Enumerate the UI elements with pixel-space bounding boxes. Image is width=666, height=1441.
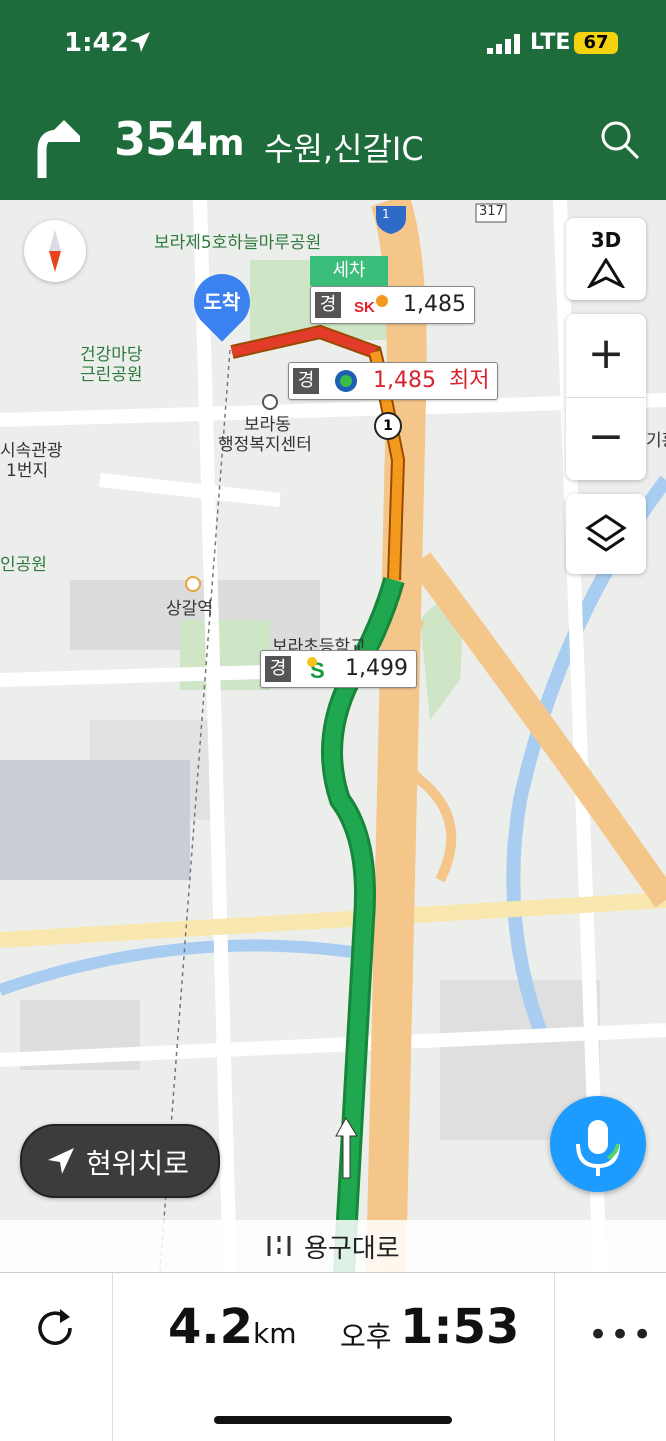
signal-strength-icon [487, 34, 520, 54]
eta-prefix: 오후 [340, 1320, 392, 1353]
gas-station-tag-lowest[interactable]: 경 1,485 최저 [288, 362, 499, 400]
turn-distance: 354m [114, 112, 245, 166]
remaining-distance: 4.2km [168, 1299, 297, 1355]
svg-text:SK: SK [354, 299, 375, 316]
summary-divider [112, 1273, 113, 1441]
route-shield-number: 1 [382, 207, 390, 221]
layers-icon [585, 514, 627, 552]
current-road-name: 용구대로 [304, 1234, 400, 1264]
location-arrow-icon [130, 32, 150, 52]
summary-divider [554, 1273, 555, 1441]
turn-right-arrow-icon [37, 120, 80, 178]
hd-oilbank-brand-icon [335, 370, 357, 392]
road-icon [267, 1236, 291, 1256]
network-type: LTE [530, 30, 571, 55]
map-label-left-edge-2: 1번지 [6, 461, 49, 481]
zoom-control: + − [566, 314, 646, 480]
gas-station-tag[interactable]: 경 S 1,499 [260, 650, 417, 688]
voice-input-button[interactable] [550, 1096, 646, 1192]
station-marker [185, 576, 201, 592]
zoom-out-button[interactable]: − [566, 397, 646, 480]
view-3d-button[interactable]: 3D [566, 218, 646, 300]
battery-level: 67 [574, 32, 618, 54]
waypoint-marker: 1 [374, 412, 402, 440]
map-label-park-top: 보라제5호하늘마루공원 [154, 233, 322, 253]
arrival-marker[interactable]: 도착 [182, 262, 262, 342]
view-3d-label: 3D [590, 228, 622, 252]
layers-button[interactable] [566, 494, 646, 574]
microphone-icon [576, 1120, 620, 1176]
s-oil-brand-icon: S [307, 657, 325, 682]
perspective-arrow-icon [587, 258, 625, 288]
guidance-header: 1:42 LTE 67 354m 수원,신갈IC [0, 0, 666, 200]
current-location-label: 현위치로 [86, 1147, 190, 1180]
zoom-in-button[interactable]: + [566, 314, 646, 397]
carwash-badge: 세차 [310, 256, 388, 286]
map-label-left-edge-3: 인공원 [0, 555, 47, 575]
reroute-icon[interactable] [32, 1305, 78, 1351]
location-arrow-icon [48, 1148, 74, 1174]
more-options-button[interactable]: ••• [588, 1315, 654, 1355]
compass-icon [49, 230, 61, 272]
eta-time: 1:53 [400, 1299, 520, 1355]
search-icon[interactable] [598, 118, 642, 162]
compass-button[interactable] [24, 220, 86, 282]
current-location-button[interactable]: 현위치로 [20, 1124, 220, 1198]
turn-destination: 수원,신갈IC [264, 130, 424, 168]
map-label-right-edge: 기흥 [646, 431, 666, 451]
map-label-station: 상갈역 [166, 599, 213, 619]
navigation-map[interactable]: 1 317 보라제5호하늘마루공원 건강마당 근린공원 보라동 행정복지센터 상… [0, 200, 666, 1272]
office-marker [262, 394, 278, 410]
gas-station-tag[interactable]: 경 SK 1,485 [310, 286, 475, 324]
current-road-bar: 용구대로 [0, 1220, 666, 1272]
map-label-park-left-2: 근린공원 [80, 365, 143, 385]
status-time: 1:42 [64, 28, 129, 58]
highway-shield-number: 317 [479, 204, 504, 219]
status-bar: 1:42 LTE 67 [0, 28, 666, 64]
sk-brand-icon: SK [354, 295, 388, 316]
map-label-office-2: 행정복지센터 [218, 435, 312, 455]
home-indicator[interactable] [214, 1416, 452, 1424]
